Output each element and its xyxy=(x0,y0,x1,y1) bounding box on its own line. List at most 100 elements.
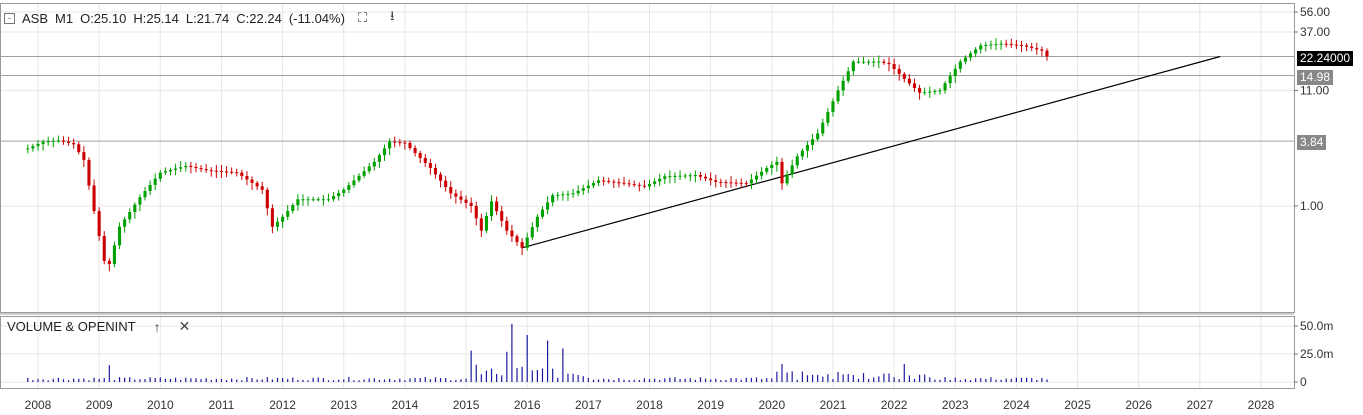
candle-body xyxy=(999,43,1003,45)
candle-body xyxy=(841,80,845,91)
candle-body xyxy=(337,192,341,197)
candle-body xyxy=(607,181,611,183)
candle-body xyxy=(311,199,315,201)
x-tick-label: 2014 xyxy=(392,398,419,412)
candle-body xyxy=(627,183,631,185)
candle-body xyxy=(540,209,545,217)
candle-body xyxy=(897,69,901,74)
candle-body xyxy=(112,245,116,265)
candle-body xyxy=(566,193,570,195)
candle-body xyxy=(352,180,356,186)
candle-body xyxy=(734,182,738,184)
candle-body xyxy=(61,140,66,142)
candle-body xyxy=(138,197,142,205)
candle-body xyxy=(286,210,290,217)
candle-body xyxy=(275,221,280,227)
x-tick-label: 2022 xyxy=(881,398,908,412)
candle-body xyxy=(418,152,422,158)
candle-body xyxy=(984,44,988,46)
level-price-tag: 14.98 xyxy=(1297,70,1334,85)
candle-body xyxy=(551,195,555,203)
candle-body xyxy=(439,174,443,181)
candle-body xyxy=(41,141,45,144)
candle-body xyxy=(535,216,539,228)
candle-body xyxy=(479,218,483,231)
candle-body xyxy=(872,61,876,63)
candle-body xyxy=(744,183,748,185)
candle-body xyxy=(877,61,881,63)
candle-body xyxy=(158,172,162,179)
candle-body xyxy=(77,144,81,153)
candle-body xyxy=(663,176,667,179)
x-tick-label: 2016 xyxy=(514,398,541,412)
candle-body xyxy=(729,182,733,184)
candle-body xyxy=(444,180,448,188)
candle-body xyxy=(408,142,412,148)
candle-body xyxy=(928,91,932,93)
fullscreen-icon[interactable]: ⛶ xyxy=(358,10,367,26)
candle-body xyxy=(581,188,585,191)
candle-body xyxy=(571,193,575,195)
close-icon[interactable]: ✕ xyxy=(179,318,191,335)
candle-body xyxy=(510,230,514,237)
candle-body xyxy=(979,45,983,50)
candle-body xyxy=(953,68,957,77)
chart-canvas[interactable]: 2008 2009 2010 2011 2012 2013 2014 2015 2016 2017… xyxy=(0,0,1363,415)
legend-change: (-11.04%) xyxy=(288,10,345,26)
candle-body xyxy=(143,191,147,198)
candle-body xyxy=(673,175,677,177)
candle-body xyxy=(902,73,906,79)
candle-body xyxy=(546,202,550,210)
candle-body xyxy=(245,176,249,180)
candle-body xyxy=(168,169,173,172)
candle-body xyxy=(291,205,295,211)
candle-body xyxy=(1045,50,1049,57)
candle-body xyxy=(861,61,866,63)
candle-body xyxy=(642,185,646,187)
candle-body xyxy=(449,187,453,194)
candle-body xyxy=(602,180,606,182)
candle-body xyxy=(739,182,743,184)
trend-line[interactable] xyxy=(521,55,1221,249)
candle-body xyxy=(912,83,917,89)
candle-body xyxy=(943,83,947,91)
candle-body xyxy=(332,196,336,200)
move-up-icon[interactable]: ↑ xyxy=(154,319,161,335)
collapse-icon[interactable]: - xyxy=(4,12,15,24)
candle-body xyxy=(321,199,325,201)
horizontal-levels xyxy=(0,56,1294,142)
candle-body xyxy=(398,142,402,144)
x-tick-label: 2012 xyxy=(269,398,296,412)
candle-body xyxy=(525,237,529,248)
candle-body xyxy=(805,144,810,151)
candle-body xyxy=(933,90,937,92)
x-tick-label: 2018 xyxy=(636,398,663,412)
grid-lines xyxy=(0,3,1294,388)
candle-body xyxy=(347,185,351,190)
candle-body xyxy=(484,216,488,231)
candle-body xyxy=(230,171,234,173)
candle-body xyxy=(1030,46,1034,49)
candle-body xyxy=(698,175,703,177)
candle-body xyxy=(500,211,504,221)
candle-body xyxy=(668,176,672,178)
candle-body xyxy=(357,175,361,181)
candle-body xyxy=(128,211,132,220)
x-tick-label: 2020 xyxy=(758,398,785,412)
candle-body xyxy=(800,150,804,157)
candle-body xyxy=(326,199,331,201)
candle-body xyxy=(214,170,218,172)
candle-body xyxy=(102,235,106,261)
candle-body xyxy=(617,182,621,184)
candle-body xyxy=(907,78,911,84)
candle-body xyxy=(423,157,427,163)
candle-body xyxy=(199,168,203,170)
candle-body xyxy=(709,178,713,181)
level-price-tag: 3.84 xyxy=(1297,135,1327,150)
x-tick-label: 2019 xyxy=(697,398,724,412)
candle-body xyxy=(963,57,967,62)
candle-body xyxy=(780,161,784,184)
arrow-down-icon[interactable]: ⭳ xyxy=(390,7,395,29)
candle-body xyxy=(235,172,239,174)
x-tick-label: 2028 xyxy=(1248,398,1275,412)
